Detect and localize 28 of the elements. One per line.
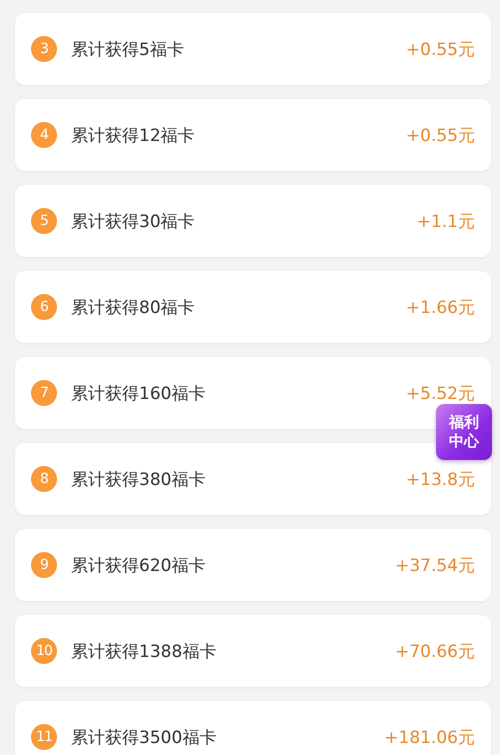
task-label: 累计获得12福卡 (71, 124, 196, 146)
reward-amount: +5.52元 (406, 382, 475, 404)
rank-badge: 11 (31, 724, 57, 750)
reward-amount: +37.54元 (395, 554, 475, 576)
reward-amount: +1.66元 (406, 296, 475, 318)
reward-amount: +13.8元 (406, 468, 475, 490)
reward-amount: +1.1元 (416, 210, 475, 232)
rank-badge: 3 (31, 36, 57, 62)
rank-badge: 8 (31, 466, 57, 492)
task-label: 累计获得3500福卡 (71, 726, 218, 748)
task-label: 累计获得30福卡 (71, 210, 196, 232)
welfare-center-button[interactable]: 福利 中心 (436, 404, 492, 460)
reward-amount: +181.06元 (384, 726, 475, 748)
task-label: 累计获得620福卡 (71, 554, 206, 576)
reward-amount: +0.55元 (406, 38, 475, 60)
reward-amount: +0.55元 (406, 124, 475, 146)
rank-badge: 7 (31, 380, 57, 406)
rank-badge: 10 (31, 638, 57, 664)
rank-badge: 6 (31, 294, 57, 320)
rank-badge: 5 (31, 208, 57, 234)
task-label: 累计获得5福卡 (71, 38, 185, 60)
rank-badge: 4 (31, 122, 57, 148)
rank-badge: 9 (31, 552, 57, 578)
reward-amount: +70.66元 (395, 640, 475, 662)
task-label: 累计获得1388福卡 (71, 640, 218, 662)
task-label: 累计获得80福卡 (71, 296, 196, 318)
task-label: 累计获得160福卡 (71, 382, 206, 404)
task-label: 累计获得380福卡 (71, 468, 206, 490)
